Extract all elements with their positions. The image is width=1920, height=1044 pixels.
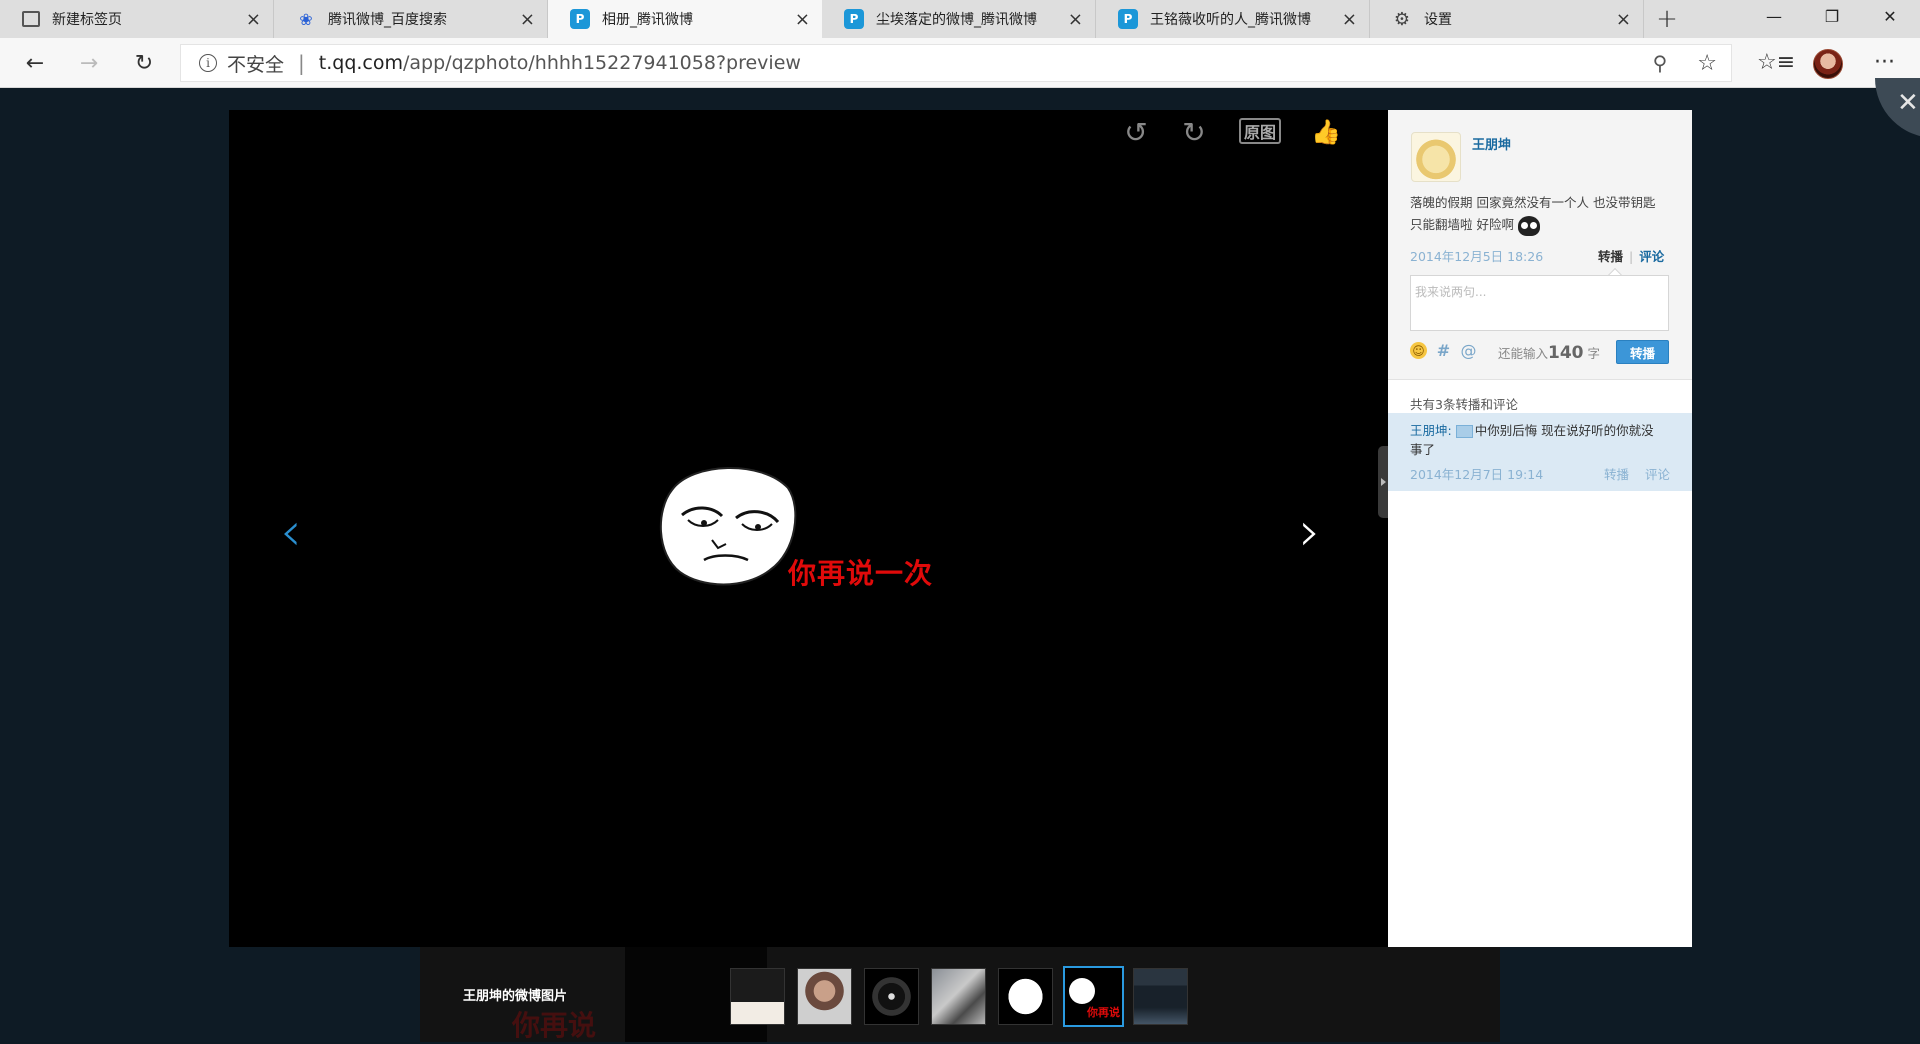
previous-image-arrow[interactable]: ‹ xyxy=(280,500,302,563)
tencent-weibo-icon: P xyxy=(570,9,590,29)
thumbnail[interactable] xyxy=(864,968,919,1025)
url-host: t.qq.com xyxy=(318,52,403,74)
url-separator: | xyxy=(298,51,305,75)
like-thumb-icon[interactable]: 👍 xyxy=(1310,117,1342,147)
topic-hash-icon[interactable]: # xyxy=(1435,341,1452,360)
security-label: 不安全 xyxy=(227,53,285,76)
remaining-suffix: 字 xyxy=(1587,346,1601,361)
page-icon xyxy=(22,11,40,27)
tab-close-icon[interactable]: × xyxy=(246,9,261,30)
baidu-paw-icon: ❀ xyxy=(299,9,313,29)
favorite-star-icon[interactable]: ☆ xyxy=(1697,51,1717,76)
thumbnail[interactable] xyxy=(998,968,1053,1025)
mention-at-icon[interactable]: @ xyxy=(1460,341,1477,360)
url-text[interactable]: t.qq.com/app/qzphoto/hhhh15227941058?pre… xyxy=(319,52,1653,74)
tab-weibo-following[interactable]: P 王铭薇收听的人_腾讯微博 × xyxy=(1096,0,1370,38)
tab-album-active[interactable]: P 相册_腾讯微博 × xyxy=(548,0,822,38)
thumbnail-active[interactable]: 你再说 xyxy=(1063,966,1124,1027)
tab-weibo-dust[interactable]: P 尘埃落定的微博_腾讯微博 × xyxy=(822,0,1096,38)
gear-icon: ⚙ xyxy=(1393,8,1411,30)
zoom-icon[interactable]: ⚲ xyxy=(1653,51,1668,75)
comment-item: 王朋坤: 中你别后悔 现在说好听的你就没事了 2014年12月7日 19:14 … xyxy=(1388,413,1692,491)
post-header-area: 王朋坤 落魄的假期 回家竟然没有一个人 也没带钥匙 只能翻墙啦 好险啊 2014… xyxy=(1388,110,1692,380)
comment-user-link[interactable]: 王朋坤: xyxy=(1410,423,1452,438)
reply-tools: ☺ # @ xyxy=(1410,341,1477,360)
owl-emoticon-icon xyxy=(1517,215,1540,236)
remaining-prefix: 还能输入 xyxy=(1498,346,1549,361)
url-field[interactable]: i 不安全 | t.qq.com/app/qzphoto/hhhh1522794… xyxy=(180,44,1732,82)
tab-settings[interactable]: ⚙ 设置 × xyxy=(1370,0,1644,38)
post-side-panel: 王朋坤 落魄的假期 回家竟然没有一个人 也没带钥匙 只能翻墙啦 好险啊 2014… xyxy=(1388,110,1692,947)
comment-repost-link[interactable]: 转播 xyxy=(1604,464,1629,483)
image-stage xyxy=(229,110,1388,947)
refresh-button[interactable]: ↻ xyxy=(129,48,159,78)
original-size-button[interactable]: 原图 xyxy=(1239,118,1281,144)
url-path: /app/qzphoto/hhhh15227941058?preview xyxy=(403,52,801,74)
tab-baidu-search[interactable]: ❀ 腾讯微博_百度搜索 × xyxy=(274,0,548,38)
post-actions: 转播 | 评论 xyxy=(1598,246,1664,265)
window-close-button[interactable]: ✕ xyxy=(1861,0,1919,32)
image-attachment-icon[interactable] xyxy=(1455,425,1473,438)
filmstrip-title: 王朋坤的微博图片 xyxy=(463,989,568,1004)
tab-close-icon[interactable]: × xyxy=(1616,9,1631,30)
forward-button[interactable]: → xyxy=(74,48,104,78)
next-image-arrow[interactable]: › xyxy=(1299,500,1321,563)
thumbnail[interactable] xyxy=(931,968,986,1025)
thumbnail-meme-face xyxy=(1069,978,1095,1004)
comment-text: 王朋坤: 中你别后悔 现在说好听的你就没事了 xyxy=(1410,421,1666,459)
comment-tab[interactable]: 评论 xyxy=(1639,249,1664,264)
more-menu-icon[interactable]: ··· xyxy=(1874,50,1895,75)
smiley-icon[interactable]: ☺ xyxy=(1410,342,1427,359)
image-caption-text: 你再说一次 xyxy=(788,557,934,590)
thumbnail-caption: 你再说 xyxy=(1087,1006,1120,1019)
post-text: 落魄的假期 回家竟然没有一个人 也没带钥匙 只能翻墙啦 好险啊 xyxy=(1410,192,1670,236)
back-button[interactable]: ← xyxy=(20,48,50,78)
profile-avatar[interactable] xyxy=(1813,49,1843,79)
tab-close-icon[interactable]: × xyxy=(795,9,810,30)
thumbnail[interactable] xyxy=(1133,968,1188,1025)
post-date-link[interactable]: 2014年12月5日 18:26 xyxy=(1410,246,1543,265)
thumbnail[interactable] xyxy=(797,968,852,1025)
tab-new-tab[interactable]: 新建标签页 × xyxy=(0,0,274,38)
tab-close-icon[interactable]: × xyxy=(520,9,535,30)
rotate-left-icon[interactable]: ↺ xyxy=(1120,116,1152,149)
comment-reply-link[interactable]: 评论 xyxy=(1645,464,1670,483)
meme-face-image xyxy=(659,467,797,586)
tencent-weibo-icon: P xyxy=(844,9,864,29)
author-avatar[interactable] xyxy=(1411,132,1461,182)
tab-title: 新建标签页 xyxy=(52,12,122,28)
filmstrip-preview-caption: 你再说 xyxy=(512,1009,597,1042)
minimize-button[interactable]: — xyxy=(1745,0,1803,32)
thumbnail[interactable] xyxy=(730,968,785,1025)
tab-title: 尘埃落定的微博_腾讯微博 xyxy=(876,12,1037,28)
tab-close-icon[interactable]: × xyxy=(1068,9,1083,30)
repost-submit-button[interactable]: 转播 xyxy=(1616,340,1669,364)
favorites-list-icon[interactable]: ☆≡ xyxy=(1757,50,1795,75)
repost-tab[interactable]: 转播 xyxy=(1598,249,1623,264)
address-bar: ← → ↻ i 不安全 | t.qq.com/app/qzphoto/hhhh1… xyxy=(0,38,1920,88)
maximize-button[interactable]: ❐ xyxy=(1803,0,1861,32)
comment-count: 共有3条转播和评论 xyxy=(1410,397,1518,412)
actions-separator: | xyxy=(1629,249,1634,264)
tab-close-icon[interactable]: × xyxy=(1342,9,1357,30)
tab-title: 设置 xyxy=(1424,12,1452,28)
reply-textarea[interactable]: 我来说两句... xyxy=(1410,275,1669,331)
remaining-chars: 还能输入140 字 xyxy=(1498,343,1600,363)
author-name-link[interactable]: 王朋坤 xyxy=(1472,134,1511,153)
info-icon[interactable]: i xyxy=(199,54,217,72)
tab-title: 王铭薇收听的人_腾讯微博 xyxy=(1150,12,1311,28)
comment-date[interactable]: 2014年12月7日 19:14 xyxy=(1410,464,1543,483)
tab-strip: 新建标签页 × ❀ 腾讯微博_百度搜索 × P 相册_腾讯微博 × P 尘埃落定… xyxy=(0,0,1920,38)
comment-meta: 2014年12月7日 19:14 转播 评论 xyxy=(1410,464,1670,483)
tab-title: 相册_腾讯微博 xyxy=(602,12,693,28)
remaining-count: 140 xyxy=(1548,343,1584,363)
new-tab-button[interactable]: + xyxy=(1644,0,1690,38)
tab-title: 腾讯微博_百度搜索 xyxy=(328,12,447,28)
tencent-weibo-icon: P xyxy=(1118,9,1138,29)
rotate-right-icon[interactable]: ↻ xyxy=(1178,116,1210,149)
